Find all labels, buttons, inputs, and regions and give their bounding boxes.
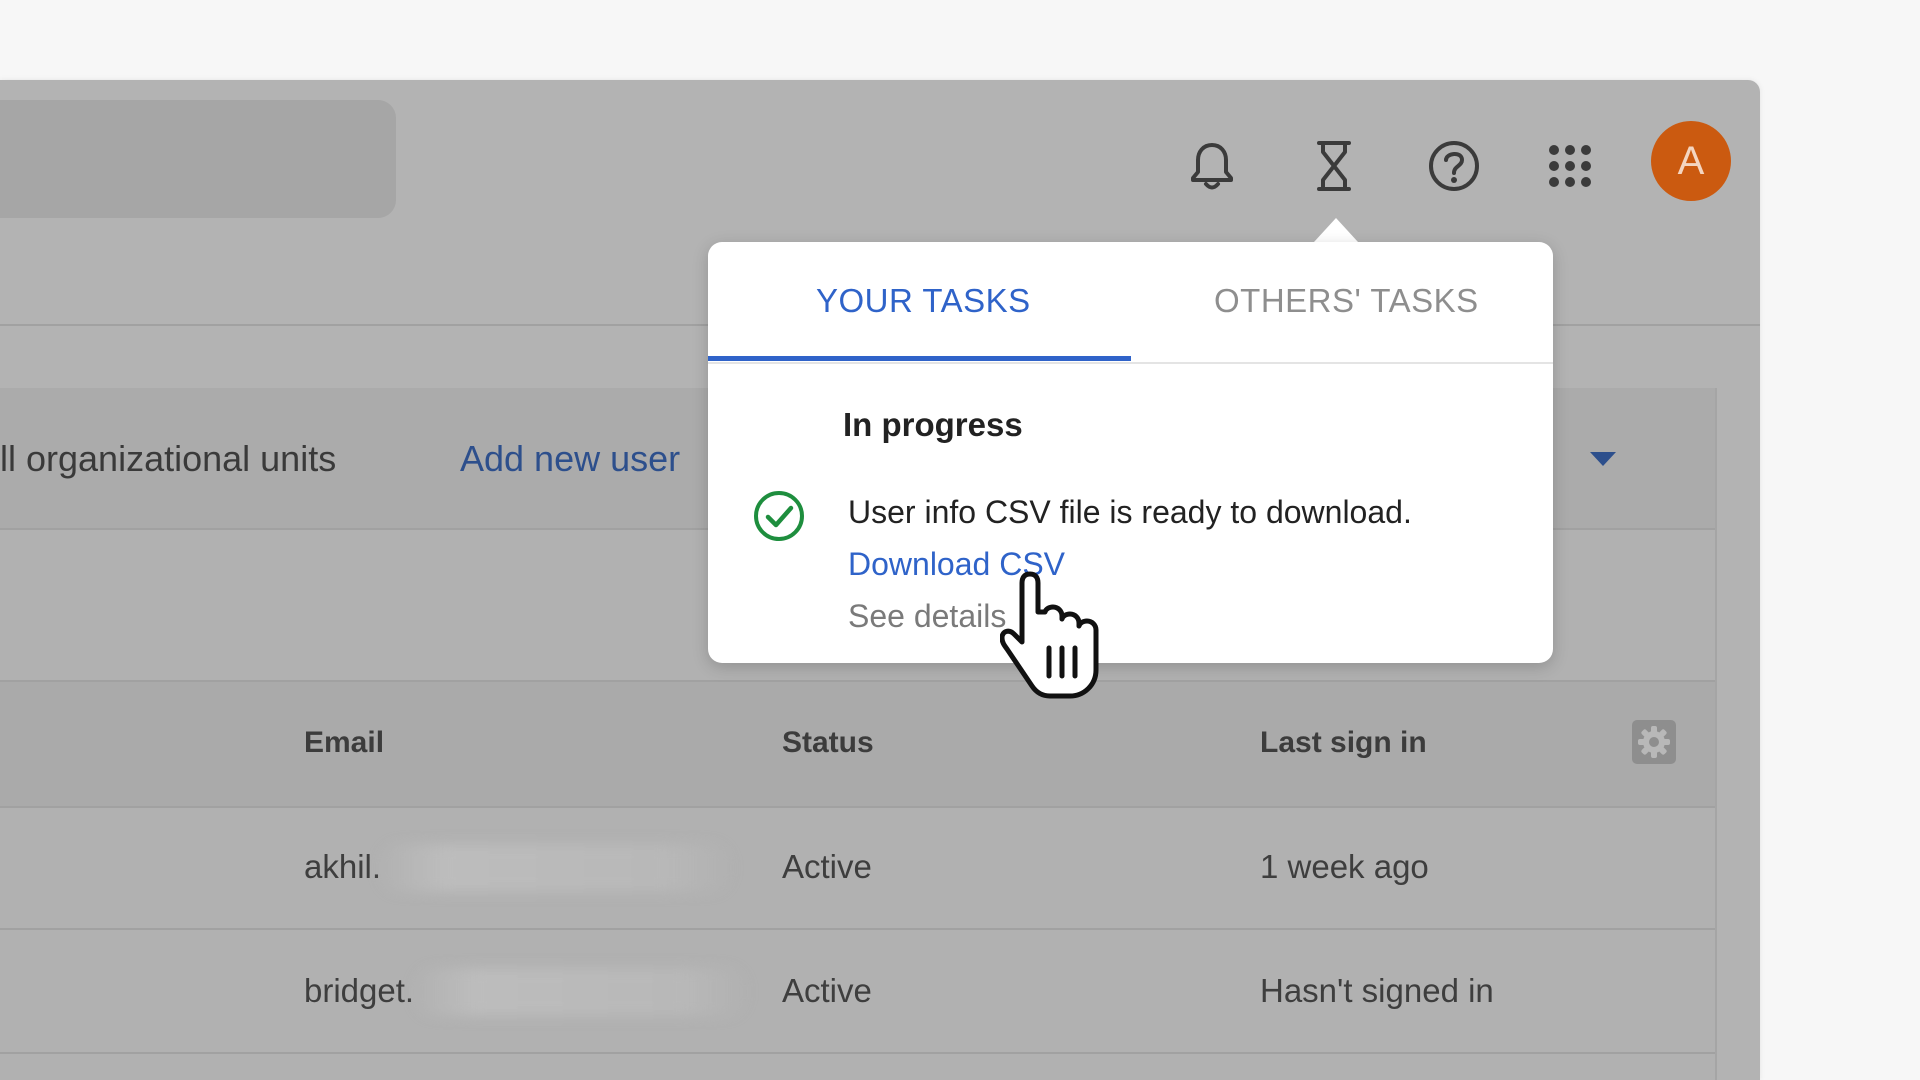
apps-grid-icon[interactable]: [1538, 134, 1602, 198]
tasks-popup: YOUR TASKS OTHERS' TASKS In progress Use…: [708, 242, 1553, 663]
help-icon[interactable]: [1422, 134, 1486, 198]
hourglass-icon[interactable]: [1302, 134, 1366, 198]
row-status: Active: [782, 848, 872, 885]
table-row[interactable]: akhil. Active 1 week ago: [0, 806, 1715, 930]
caret-down-icon[interactable]: [1590, 452, 1616, 466]
org-units-label[interactable]: ll organizational units: [0, 438, 336, 480]
table-row[interactable]: bridget. Active Hasn't signed in: [0, 930, 1715, 1054]
tab-your-tasks[interactable]: YOUR TASKS: [816, 282, 1031, 320]
popup-pointer: [1314, 218, 1358, 242]
add-new-user-link[interactable]: Add new user: [460, 438, 680, 480]
section-title: In progress: [843, 406, 1023, 443]
active-tab-indicator: [708, 356, 1131, 361]
bell-icon[interactable]: [1180, 134, 1244, 198]
gear-icon[interactable]: [1632, 720, 1676, 764]
column-email[interactable]: Email: [304, 726, 384, 760]
users-table-header: Email Status Last sign in: [0, 680, 1715, 808]
row-status: Active: [782, 972, 872, 1009]
avatar[interactable]: A: [1651, 121, 1731, 201]
search-bar[interactable]: [0, 100, 396, 218]
column-status[interactable]: Status: [782, 726, 874, 760]
row-last-sign-in: Hasn't signed in: [1260, 972, 1494, 1009]
tasks-tabs: YOUR TASKS OTHERS' TASKS: [708, 242, 1553, 364]
redacted-email: [410, 968, 750, 1016]
hand-cursor-icon: [1000, 571, 1099, 699]
avatar-letter: A: [1677, 138, 1705, 183]
tab-others-tasks[interactable]: OTHERS' TASKS: [1214, 282, 1479, 320]
task-message: User info CSV file is ready to download.: [848, 494, 1412, 530]
check-circle-icon: [754, 491, 804, 541]
see-details-link[interactable]: See details: [848, 598, 1006, 635]
row-last-sign-in: 1 week ago: [1260, 848, 1429, 885]
row-email: bridget.: [304, 972, 415, 1009]
row-email: akhil.: [304, 848, 382, 885]
redacted-email: [375, 844, 735, 892]
column-last-sign-in[interactable]: Last sign in: [1260, 726, 1427, 760]
